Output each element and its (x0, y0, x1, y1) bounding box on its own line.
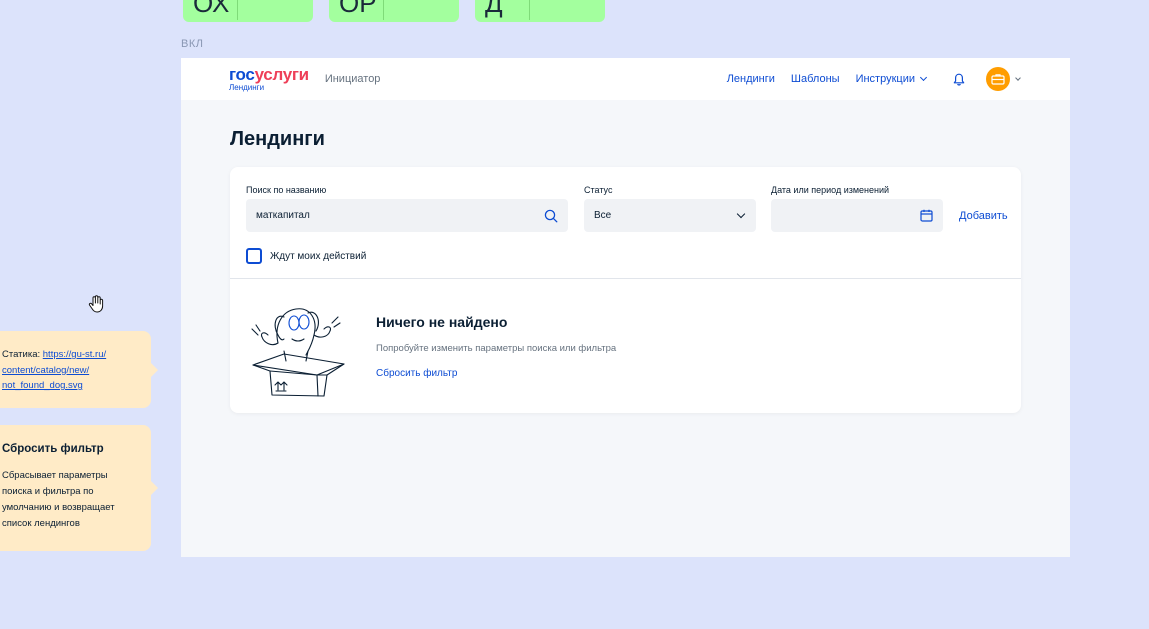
chevron-down-icon[interactable] (1015, 74, 1021, 81)
logo[interactable]: госуслуги Лендинги (229, 66, 309, 92)
not-found-dog-illustration (251, 308, 345, 397)
annotation-line: поиска и фильтра по (2, 486, 94, 497)
annotation-link[interactable]: not_found_dog.svg (2, 378, 145, 394)
divider (230, 278, 1021, 279)
nav-item-landings[interactable]: Лендинги (727, 73, 775, 85)
logo-part-uslugi: услуги (254, 65, 310, 84)
annotation-line: умолчанию и возвращает (2, 502, 115, 513)
briefcase-icon (991, 74, 1005, 85)
chip-divider (383, 0, 384, 20)
user-role: Инициатор (324, 73, 381, 85)
status-chip: Д (475, 0, 605, 22)
annotation-reset-filter: Сбросить фильтр Сбрасывает параметры пои… (0, 425, 158, 551)
date-range-input[interactable] (771, 199, 943, 232)
annotation-line: список лендингов (2, 518, 80, 529)
calendar-icon[interactable] (919, 209, 933, 223)
annotation-link[interactable]: https://gu-st.ru/ (43, 349, 106, 360)
nav-item-label: Инструкции (855, 73, 915, 85)
checkbox-label: Ждут моих действий (270, 250, 367, 262)
chevron-down-icon (919, 73, 928, 82)
header: госуслуги Лендинги Инициатор Лендинги Ша… (181, 58, 1070, 100)
chip-divider (237, 0, 238, 20)
state-label: ВКЛ (181, 38, 204, 50)
page-title: Лендинги (230, 128, 325, 150)
reset-filter-button[interactable]: Сбросить фильтр (376, 368, 457, 379)
nav-item-instructions[interactable]: Инструкции (855, 73, 928, 85)
status-chip: ОХ (183, 0, 313, 22)
search-input[interactable]: маткапитал (246, 199, 568, 232)
status-chip-label: ОР (339, 0, 377, 18)
empty-state-title: Ничего не найдено (376, 314, 508, 330)
logo-wordmark: госуслуги (229, 66, 309, 83)
chevron-down-icon (736, 209, 746, 218)
nav-item-templates[interactable]: Шаблоны (791, 73, 840, 85)
date-label: Дата или период изменений (771, 185, 890, 195)
add-button[interactable]: Добавить (959, 210, 1008, 222)
status-chip-label: Д (485, 0, 503, 18)
bell-icon[interactable] (952, 72, 966, 86)
avatar[interactable] (986, 67, 1010, 91)
status-chip: ОР (329, 0, 459, 22)
annotation-description: Сбрасывает параметры поиска и фильтра по… (2, 468, 145, 532)
awaiting-my-actions-filter[interactable]: Ждут моих действий (246, 248, 366, 264)
landings-card: Поиск по названию маткапитал Статус Все … (230, 167, 1021, 413)
annotation-line: Сбрасывает параметры (2, 470, 108, 481)
search-icon[interactable] (544, 209, 558, 223)
top-nav: Лендинги Шаблоны Инструкции (711, 58, 1021, 100)
annotation-static-asset: Статика: https://gu-st.ru/ content/catal… (0, 331, 158, 408)
checkbox[interactable] (246, 248, 262, 264)
status-value: Все (594, 210, 612, 221)
status-label: Статус (584, 185, 613, 195)
logo-part-gos: гос (229, 65, 255, 84)
status-select[interactable]: Все (584, 199, 756, 232)
hand-cursor-icon (88, 295, 104, 313)
search-label: Поиск по названию (246, 185, 327, 195)
search-value: маткапитал (256, 210, 310, 221)
empty-state-description: Попробуйте изменить параметры поиска или… (376, 343, 617, 354)
annotation-link[interactable]: content/catalog/new/ (2, 363, 145, 379)
chip-divider (529, 0, 530, 20)
logo-subtitle: Лендинги (229, 83, 265, 92)
annotation-line: Статика: https://gu-st.ru/ (2, 347, 145, 363)
app-frame: госуслуги Лендинги Инициатор Лендинги Ша… (181, 58, 1070, 557)
status-chip-label: ОХ (193, 0, 230, 18)
annotation-prefix: Статика: (2, 349, 43, 360)
annotation-title: Сбросить фильтр (2, 443, 104, 455)
